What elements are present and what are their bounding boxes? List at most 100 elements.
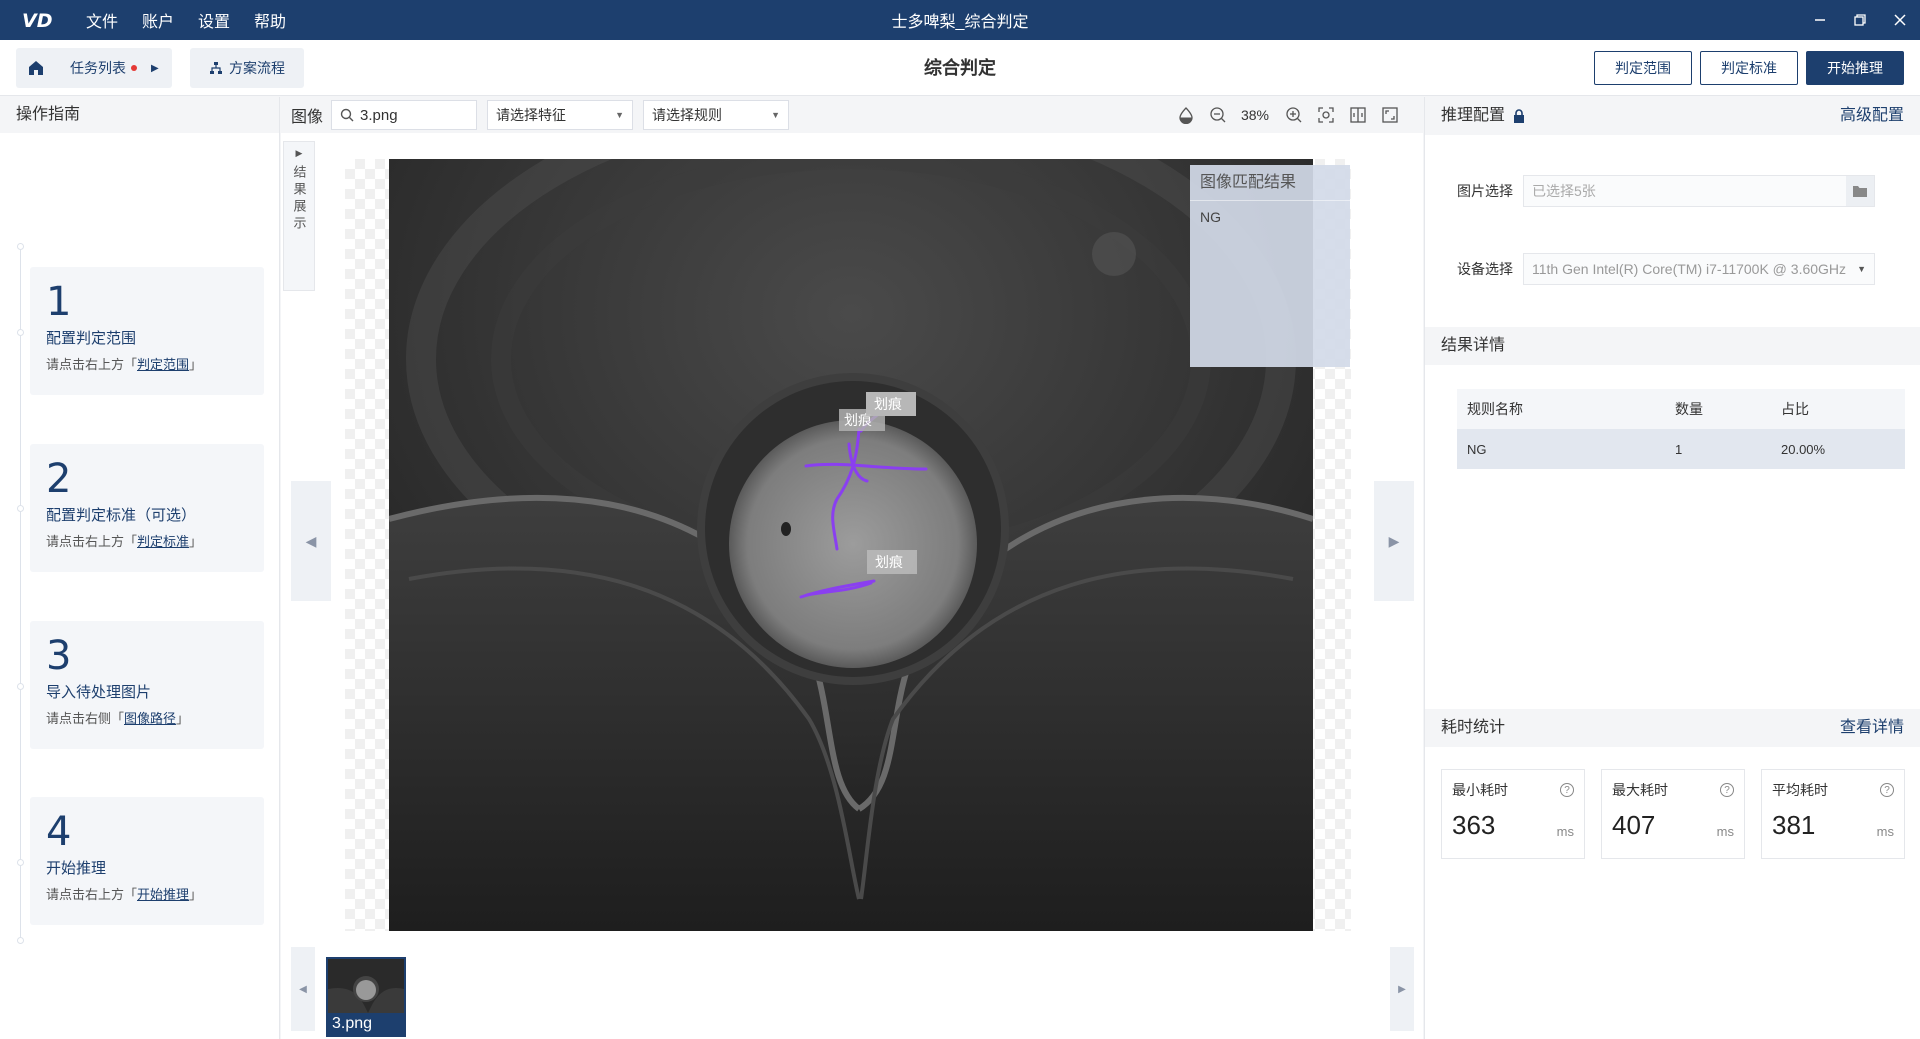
defect-label: 划痕 (875, 555, 903, 571)
infer-config-title: 推理配置 (1441, 107, 1506, 124)
help-icon[interactable]: ? (1560, 783, 1574, 797)
caret-right-icon: ▶ (295, 148, 303, 158)
step-hint: 请点击右上方「判定范围」 (46, 357, 203, 372)
timeline-dot (17, 683, 24, 690)
step-title: 导入待处理图片 (46, 684, 152, 701)
app-logo: VD (14, 0, 66, 40)
stat-min-time: 最小耗时? 363 ms (1441, 769, 1585, 859)
stat-max-time: 最大耗时? 407 ms (1601, 769, 1745, 859)
result-display-tab[interactable]: ▶ 结果展示 (283, 141, 315, 291)
step-link[interactable]: 判定范围 (137, 357, 189, 372)
step-hint: 请点击右上方「开始推理」 (46, 887, 203, 902)
step-link[interactable]: 图像路径 (124, 711, 176, 726)
fit-view-icon[interactable] (1315, 104, 1337, 126)
device-select-label: 设备选择 (1457, 261, 1513, 277)
step-number: 3 (46, 633, 72, 679)
step-hint: 请点击右侧「图像路径」 (46, 711, 190, 726)
match-result-panel: 图像匹配结果 NG (1190, 165, 1350, 367)
col-ratio: 占比 (1781, 401, 1809, 417)
start-inference-button[interactable]: 开始推理 (1806, 51, 1904, 85)
contrast-icon[interactable] (1175, 104, 1197, 126)
image-select-placeholder: 已选择5张 (1532, 183, 1596, 199)
guide-step-3: 3 导入待处理图片 请点击右侧「图像路径」 (30, 621, 264, 749)
image-label: 图像 (291, 109, 324, 126)
zoom-out-icon[interactable] (1207, 104, 1229, 126)
menu-settings[interactable]: 设置 (198, 8, 230, 32)
result-details-header: 结果详情 (1425, 327, 1920, 365)
feature-select-value: 请选择特征 (496, 107, 567, 123)
title-bar: VD 文件 账户 设置 帮助 士多啤梨_综合判定 (0, 0, 1920, 40)
device-select[interactable]: 11th Gen Intel(R) Core(TM) i7-11700K @ 3… (1523, 253, 1875, 285)
action-buttons: 判定范围 判定标准 开始推理 (1586, 51, 1904, 85)
step-number: 4 (46, 809, 72, 855)
view-details-link[interactable]: 查看详情 (1840, 709, 1904, 747)
judge-standard-button[interactable]: 判定标准 (1700, 51, 1798, 85)
chevron-left-icon: ◀ (305, 532, 317, 549)
stat-label: 平均耗时 (1772, 782, 1828, 798)
thumbnail-label: 3.png (328, 1013, 404, 1035)
prev-image-button[interactable]: ◀ (291, 481, 331, 601)
folder-icon[interactable] (1846, 176, 1874, 206)
thumbnail-item[interactable]: 3.png (326, 957, 406, 1037)
image-select-field[interactable]: 已选择5张 (1523, 175, 1875, 207)
menu-account[interactable]: 账户 (142, 8, 174, 32)
menu-help[interactable]: 帮助 (254, 8, 286, 32)
thumb-next-button[interactable]: ▶ (1390, 947, 1414, 1031)
advanced-config-link[interactable]: 高级配置 (1840, 97, 1904, 135)
toolbar: 综合判定 任务列表 ▶ 方案流程 判定范围 判定标准 开始推理 (0, 40, 1920, 96)
feature-select[interactable]: 请选择特征 ▼ (487, 100, 634, 130)
stat-avg-time: 平均耗时? 381 ms (1761, 769, 1905, 859)
judge-range-button[interactable]: 判定范围 (1594, 51, 1692, 85)
timing-title: 耗时统计 (1441, 719, 1506, 736)
task-list-breadcrumb[interactable]: 任务列表 ▶ (56, 58, 159, 78)
compare-view-icon[interactable] (1347, 104, 1369, 126)
guide-step-2: 2 配置判定标准（可选） 请点击右上方「判定标准」 (30, 444, 264, 572)
match-result-title: 图像匹配结果 (1190, 165, 1350, 201)
task-list-label: 任务列表 (70, 60, 126, 76)
view-tools: 38% (1165, 97, 1401, 133)
flow-button[interactable]: 方案流程 (190, 48, 304, 88)
timeline-dot (17, 243, 24, 250)
caret-down-icon: ▼ (615, 110, 625, 120)
rule-select-value: 请选择规则 (652, 107, 723, 123)
timeline-line (20, 247, 21, 942)
menu-file[interactable]: 文件 (86, 8, 118, 32)
viewer-toolbar: 图像 3.png 请选择特征 ▼ 请选择规则 ▼ 38% (281, 97, 1423, 133)
table-row[interactable]: NG 1 20.00% (1457, 429, 1905, 469)
step-title: 开始推理 (46, 860, 107, 877)
step-link[interactable]: 开始推理 (137, 887, 189, 902)
stat-value: 381 (1772, 810, 1816, 840)
config-panel: 推理配置 高级配置 图片选择 已选择5张 设备选择 11th Gen Intel… (1424, 97, 1920, 1039)
minimize-icon[interactable] (1800, 0, 1840, 40)
guide-step-1: 1 配置判定范围 请点击右上方「判定范围」 (30, 267, 264, 395)
device-select-row: 设备选择 11th Gen Intel(R) Core(TM) i7-11700… (1457, 253, 1875, 285)
help-icon[interactable]: ? (1720, 783, 1734, 797)
caret-down-icon: ▼ (771, 110, 781, 120)
zoom-in-icon[interactable] (1283, 104, 1305, 126)
caret-right-icon: ▶ (151, 62, 159, 74)
rule-select[interactable]: 请选择规则 ▼ (643, 100, 790, 130)
close-icon[interactable] (1880, 0, 1920, 40)
inspection-image: 划痕 划痕 划痕 (389, 159, 1313, 931)
stat-unit: ms (1716, 824, 1734, 839)
alert-dot (131, 65, 137, 71)
thumb-prev-button[interactable]: ◀ (291, 947, 315, 1031)
caret-down-icon: ▼ (1857, 264, 1866, 274)
defect-label-top: 划痕 (874, 397, 902, 413)
image-search-input[interactable]: 3.png (331, 100, 478, 130)
flow-label: 方案流程 (229, 60, 285, 76)
chevron-right-icon: ▶ (1388, 532, 1400, 549)
step-title: 配置判定标准（可选） (46, 507, 197, 524)
step-number: 2 (46, 456, 72, 502)
restore-icon[interactable] (1840, 0, 1880, 40)
image-viewer: 图像 3.png 请选择特征 ▼ 请选择规则 ▼ 38% ▶ 结果展示 ◀ ▶ (281, 97, 1423, 1039)
home-button[interactable] (16, 48, 56, 88)
timeline-dot (17, 329, 24, 336)
image-select-label: 图片选择 (1457, 183, 1513, 199)
help-icon[interactable]: ? (1880, 783, 1894, 797)
next-image-button[interactable]: ▶ (1374, 481, 1414, 601)
fullscreen-icon[interactable] (1379, 104, 1401, 126)
step-link[interactable]: 判定标准 (137, 534, 189, 549)
cell-count: 1 (1675, 441, 1683, 457)
result-details-title: 结果详情 (1441, 337, 1506, 354)
